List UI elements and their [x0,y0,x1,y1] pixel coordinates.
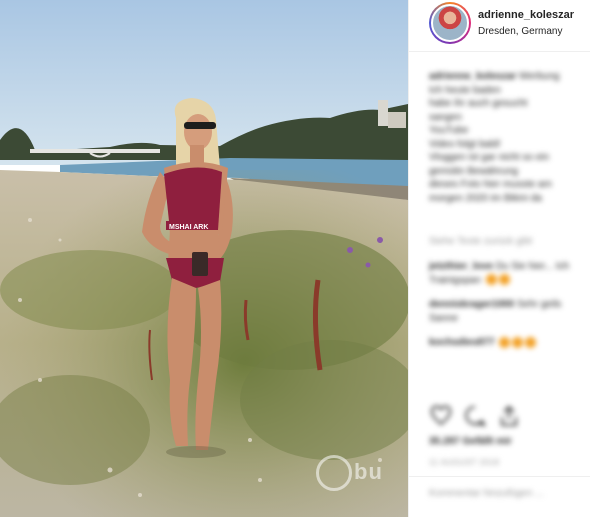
caption-line: sangen [429,111,462,123]
post-header: adrienne_koleszar Dresden, Germany [409,0,590,52]
post-caption: adrienne_koleszar Werbung Ich heute bade… [429,70,585,205]
caption-line: morgen 2020 im Bikini da [429,192,542,204]
share-icon[interactable] [497,404,521,428]
comment-author[interactable]: denniskrager1000 [429,299,514,310]
add-comment-input[interactable]: Kommentar hinzufügen ... [429,488,544,499]
see-translation-link[interactable]: Siehe Texte zurück gibt [429,236,532,247]
like-count[interactable]: 35.287 Gefällt mir [429,436,512,447]
caption-line: habe ihr auch gesucht [429,98,528,109]
comment-icon[interactable] [463,404,487,428]
watermark: bu [316,455,383,491]
location-link[interactable]: Dresden, Germany [478,26,562,37]
watermark-text: bu [354,458,383,484]
watermark-logo-icon [316,455,352,491]
avatar-image [431,4,469,42]
heart-icon[interactable] [429,404,453,428]
divider [409,476,590,477]
caption-line: YouTube [429,125,469,136]
avatar[interactable] [429,2,471,44]
comment-item: kochsdies877 [429,336,585,350]
caption-line: Vloggen ist gar nicht so ein [429,152,550,163]
caption-line: dieses Foto hier musste am [429,179,552,190]
caption-line: gemütin Bewährung [429,165,518,177]
emoji-icon [499,336,511,348]
caption-line: Ich heute baden [429,84,501,96]
emoji-icon [525,336,537,348]
beach-river-photo: MSHAI ARK [0,0,408,517]
caption-line: Werbung [519,71,560,82]
username-link[interactable]: adrienne_koleszar [478,9,574,21]
emoji-icon [485,274,497,286]
comment-item: jetzthier_love Du Sie hier... Ich Traini… [429,260,585,287]
caption-line: Video folgt bald! [429,138,501,150]
post-photo[interactable]: MSHAI ARK bu [0,0,408,517]
comment-author[interactable]: kochsdies877 [429,337,495,348]
post-side-panel: adrienne_koleszar Dresden, Germany adrie… [408,0,590,517]
post-date[interactable]: 11 AUGUST 2018 [429,458,499,467]
emoji-icon [498,274,510,286]
comment-author[interactable]: jetzthier_love [429,261,493,272]
emoji-icon [512,336,524,348]
comment-item: denniskrager1000 Sehr geils Sanne [429,298,585,325]
caption-author[interactable]: adrienne_koleszar [429,71,516,82]
svg-text:MSHAI ARK: MSHAI ARK [169,224,208,231]
